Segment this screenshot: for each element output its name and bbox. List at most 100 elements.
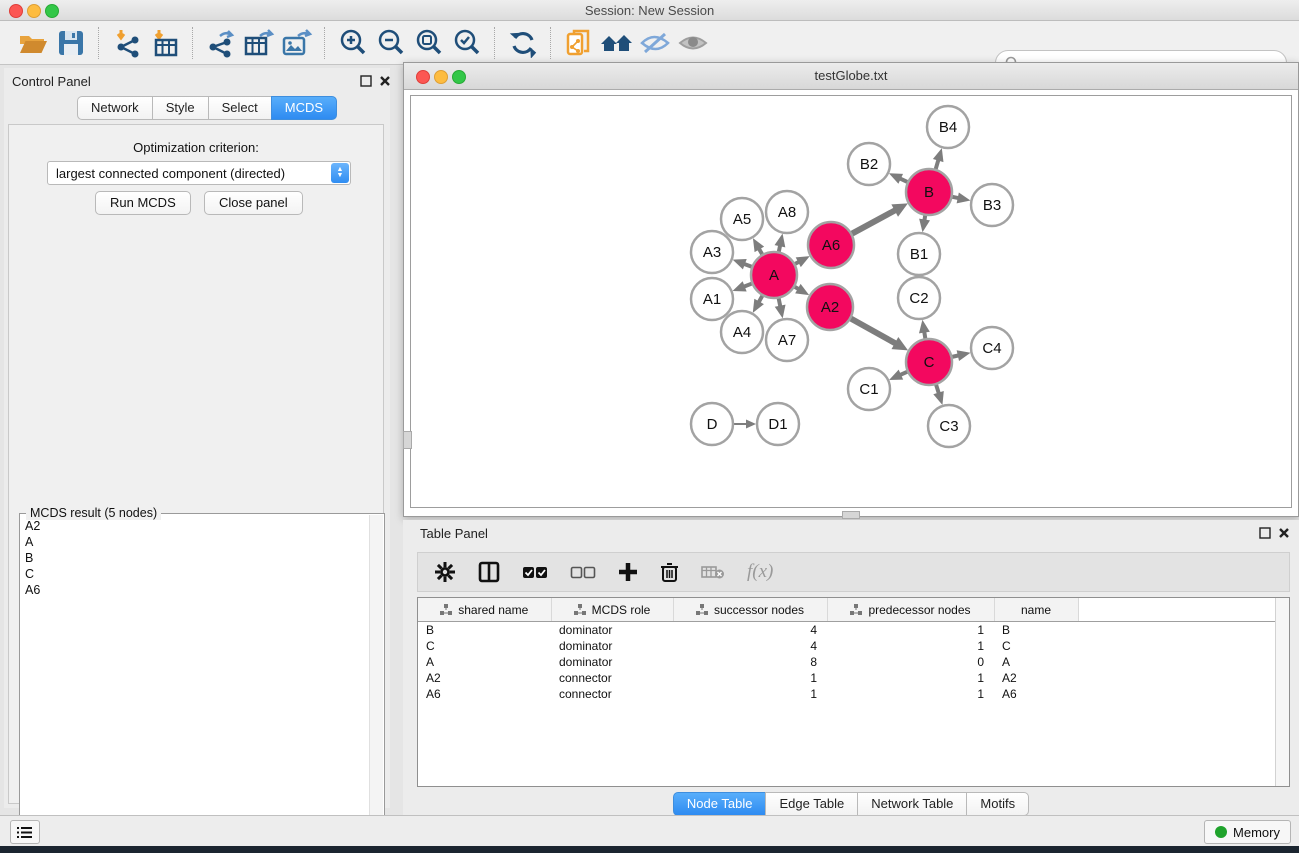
cell-predecessor-nodes[interactable]: 0 — [827, 654, 994, 670]
cell-name[interactable]: B — [994, 622, 1078, 639]
tab-edge-table[interactable]: Edge Table — [765, 792, 857, 816]
select-all-icon[interactable] — [522, 566, 548, 579]
column-header-shared-name[interactable]: shared name — [418, 598, 551, 622]
cell-MCDS-role[interactable]: dominator — [551, 622, 673, 639]
node-label-B: B — [924, 184, 934, 201]
zoom-out-icon[interactable] — [372, 25, 410, 61]
edge-A2-C[interactable] — [850, 318, 899, 345]
table-row[interactable]: Adominator80A — [418, 654, 1289, 670]
cell-shared-name[interactable]: A2 — [418, 670, 551, 686]
toolbar-separator — [494, 27, 496, 59]
close-table-panel-icon[interactable] — [1278, 526, 1292, 540]
delete-table-icon[interactable] — [701, 564, 725, 580]
deselect-all-icon[interactable] — [570, 566, 596, 579]
mcds-result-item[interactable]: B — [25, 550, 370, 566]
tab-select[interactable]: Select — [208, 96, 271, 120]
cell-shared-name[interactable]: B — [418, 622, 551, 639]
cell-predecessor-nodes[interactable]: 1 — [827, 670, 994, 686]
list-icon — [17, 826, 33, 839]
tab-motifs[interactable]: Motifs — [966, 792, 1029, 816]
column-header-successor-nodes[interactable]: successor nodes — [673, 598, 827, 622]
cell-MCDS-role[interactable]: dominator — [551, 638, 673, 654]
tab-mcds[interactable]: MCDS — [271, 96, 337, 120]
zoom-selected-icon[interactable] — [448, 25, 486, 61]
function-builder-icon[interactable]: f(x) — [747, 561, 773, 583]
cell-name[interactable]: A6 — [994, 686, 1078, 702]
chevron-updown-icon: ▲▼ — [331, 163, 349, 183]
hide-selected-icon[interactable] — [636, 25, 674, 61]
cell-predecessor-nodes[interactable]: 1 — [827, 638, 994, 654]
open-folder-icon[interactable] — [14, 25, 52, 61]
table-row[interactable]: A6connector11A6 — [418, 686, 1289, 702]
column-label: predecessor nodes — [868, 603, 970, 617]
table-row[interactable]: A2connector11A2 — [418, 670, 1289, 686]
tab-style[interactable]: Style — [152, 96, 208, 120]
close-panel-icon[interactable] — [379, 74, 393, 88]
zoom-fit-icon[interactable] — [410, 25, 448, 61]
tab-node-table[interactable]: Node Table — [673, 792, 766, 816]
cell-successor-nodes[interactable]: 4 — [673, 638, 827, 654]
mcds-result-list[interactable]: A2ABCA6 — [21, 518, 370, 851]
tab-network-table[interactable]: Network Table — [857, 792, 966, 816]
table-scrollbar[interactable] — [1275, 598, 1289, 786]
close-panel-button[interactable]: Close panel — [204, 191, 303, 215]
table-row[interactable]: Bdominator41B — [418, 622, 1289, 639]
delete-icon[interactable] — [660, 561, 679, 583]
cell-MCDS-role[interactable]: connector — [551, 670, 673, 686]
main-toolbar — [0, 21, 1299, 65]
mcds-result-item[interactable]: A — [25, 534, 370, 550]
cell-name[interactable]: C — [994, 638, 1078, 654]
cell-MCDS-role[interactable]: dominator — [551, 654, 673, 670]
copy-network-icon[interactable] — [560, 25, 598, 61]
table-row[interactable]: Cdominator41C — [418, 638, 1289, 654]
zoom-in-icon[interactable] — [334, 25, 372, 61]
float-table-panel-icon[interactable] — [1259, 526, 1273, 540]
float-panel-icon[interactable] — [360, 74, 374, 88]
show-all-icon[interactable] — [674, 25, 712, 61]
cell-successor-nodes[interactable]: 8 — [673, 654, 827, 670]
export-image-icon[interactable] — [278, 25, 316, 61]
cell-shared-name[interactable]: A6 — [418, 686, 551, 702]
column-header-MCDS-role[interactable]: MCDS role — [551, 598, 673, 622]
cell-predecessor-nodes[interactable]: 1 — [827, 686, 994, 702]
mcds-result-item[interactable]: A6 — [25, 582, 370, 598]
columns-icon[interactable] — [478, 561, 500, 583]
network-canvas[interactable]: B4B2BB3A5A8A6B1A3AC2A1A2A4A7C4CC1DD1C3 — [410, 95, 1292, 508]
cell-successor-nodes[interactable]: 1 — [673, 670, 827, 686]
cell-MCDS-role[interactable]: connector — [551, 686, 673, 702]
cell-shared-name[interactable]: A — [418, 654, 551, 670]
cell-predecessor-nodes[interactable]: 1 — [827, 622, 994, 639]
mcds-result-item[interactable]: C — [25, 566, 370, 582]
cell-name[interactable]: A — [994, 654, 1078, 670]
home-icon[interactable] — [598, 25, 636, 61]
attribute-icon — [574, 604, 586, 615]
import-table-icon[interactable] — [146, 25, 184, 61]
add-column-icon[interactable] — [618, 562, 638, 582]
export-network-icon[interactable] — [202, 25, 240, 61]
cell-name[interactable]: A2 — [994, 670, 1078, 686]
column-header-name[interactable]: name — [994, 598, 1078, 622]
run-mcds-button[interactable]: Run MCDS — [95, 191, 191, 215]
cell-shared-name[interactable]: C — [418, 638, 551, 654]
refresh-icon[interactable] — [504, 25, 542, 61]
save-icon[interactable] — [52, 25, 90, 61]
task-history-button[interactable] — [10, 820, 40, 844]
column-label: shared name — [458, 603, 528, 617]
cell-successor-nodes[interactable]: 1 — [673, 686, 827, 702]
import-network-icon[interactable] — [108, 25, 146, 61]
node-label-A8: A8 — [778, 204, 796, 221]
cell-successor-nodes[interactable]: 4 — [673, 622, 827, 639]
column-header-predecessor-nodes[interactable]: predecessor nodes — [827, 598, 994, 622]
memory-button[interactable]: Memory — [1204, 820, 1291, 844]
optimization-criterion-select[interactable]: largest connected component (directed) ▲… — [47, 161, 351, 185]
mcds-result-item[interactable]: A2 — [25, 518, 370, 534]
export-table-icon[interactable] — [240, 25, 278, 61]
table-body: Bdominator41BCdominator41CAdominator80AA… — [418, 622, 1289, 703]
mcds-result-scrollbar[interactable] — [369, 515, 383, 851]
horizontal-scrollbar-stub[interactable] — [842, 511, 860, 519]
tab-network[interactable]: Network — [77, 96, 152, 120]
edge-A6-B[interactable] — [851, 208, 898, 234]
node-label-A: A — [769, 267, 779, 284]
gear-icon[interactable] — [434, 561, 456, 583]
vertical-scrollbar-stub[interactable] — [403, 431, 412, 449]
